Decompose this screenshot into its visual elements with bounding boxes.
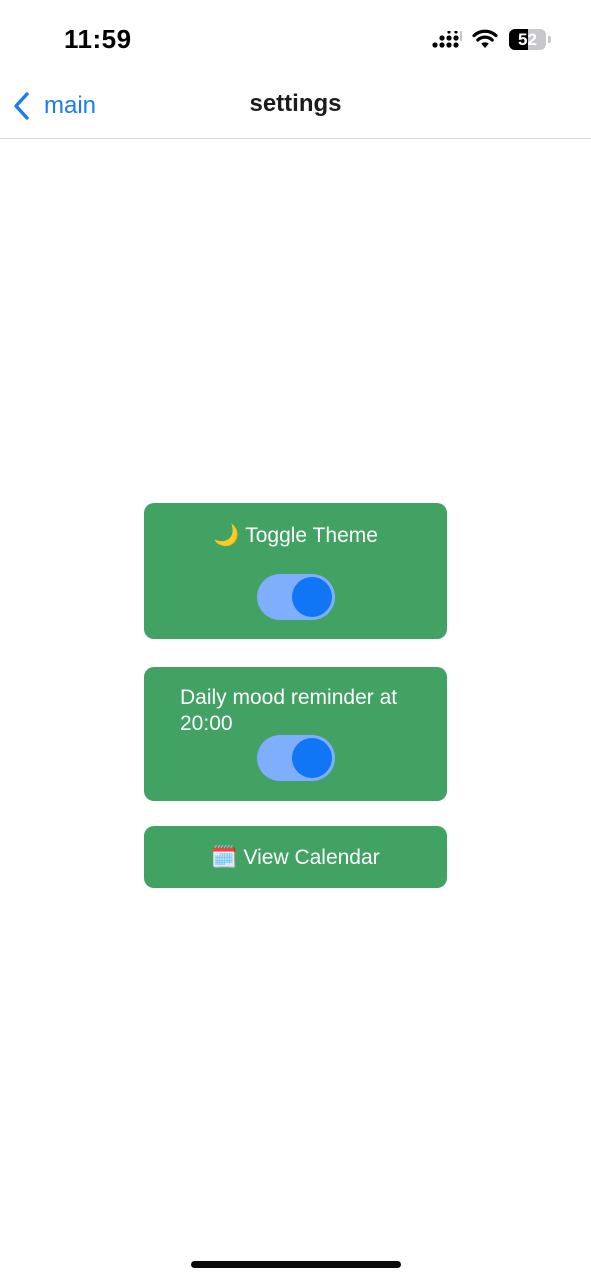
toggle-knob (292, 738, 332, 778)
reminder-setting-label: Daily mood reminder at 20:00 (180, 686, 398, 735)
theme-setting-label: Toggle Theme (245, 524, 378, 547)
theme-setting-card: 🌙 Toggle Theme (144, 503, 447, 639)
status-time: 11:59 (64, 24, 132, 54)
home-indicator[interactable] (191, 1261, 401, 1268)
page-title: settings (249, 90, 342, 117)
theme-toggle-switch[interactable] (257, 574, 335, 620)
navigation-bar: main settings (0, 80, 591, 139)
status-bar: 11:59 52 (0, 0, 591, 80)
moon-icon: 🌙 (213, 523, 240, 547)
theme-setting-title: 🌙 Toggle Theme (144, 523, 447, 548)
reminder-toggle-switch[interactable] (257, 735, 335, 781)
battery-cap (548, 36, 551, 43)
battery-percent: 52 (518, 30, 537, 49)
calendar-icon: 🗓️ (211, 845, 238, 869)
battery-body: 52 (509, 29, 546, 50)
reminder-setting-card: Daily mood reminder at 20:00 (144, 667, 447, 801)
view-calendar-label: View Calendar (243, 846, 380, 869)
cellular-signal-icon (432, 31, 462, 48)
view-calendar-button[interactable]: 🗓️ View Calendar (144, 826, 447, 888)
view-calendar-title: 🗓️ View Calendar (144, 845, 447, 870)
toggle-knob (292, 577, 332, 617)
wifi-icon (472, 29, 498, 48)
battery-icon: 52 (509, 29, 551, 50)
